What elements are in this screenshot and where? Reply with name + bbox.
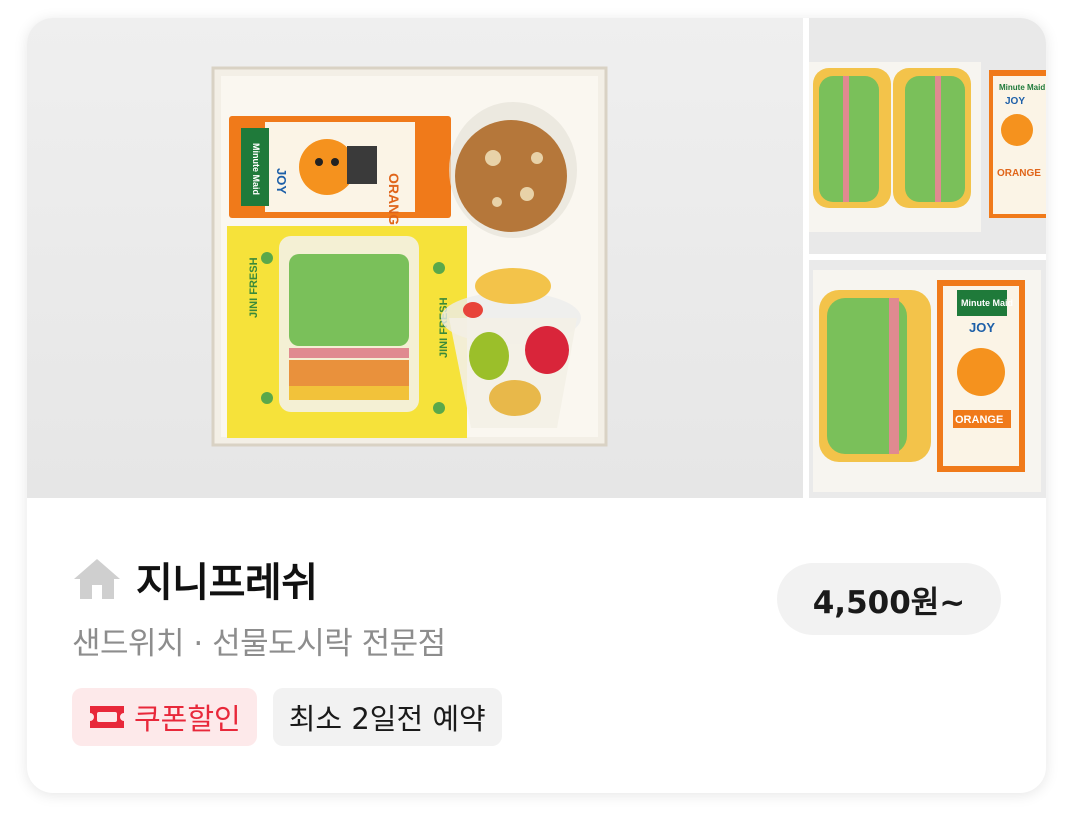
juice-name-text: JOY (969, 320, 995, 335)
store-category: 샌드위치 · 선물도시락 전문점 (72, 626, 446, 662)
home-icon (74, 559, 120, 599)
title-row: 지니프레쉬 (72, 550, 318, 608)
side-photo-1[interactable]: Minute Maid JOY ORANGE (809, 18, 1046, 254)
main-photo[interactable]: ORANGE Minute Maid JOY JINI FRESH JINI F… (27, 18, 803, 498)
side-photo-2[interactable]: Minute Maid JOY ORANGE (809, 260, 1046, 498)
ticket-icon (90, 706, 124, 728)
store-info: 지니프레쉬 샌드위치 · 선물도시락 전문점 4,500원~ 쿠폰할인 최소 2… (27, 498, 1046, 793)
price-badge: 4,500원~ (777, 563, 1001, 635)
juice-brand-text: Minute Maid (999, 83, 1045, 92)
juice-brand-text: Minute Maid (961, 298, 1013, 308)
juice-name-text: JOY (274, 168, 289, 194)
juice-flavor-text: ORANGE (955, 414, 1003, 426)
juice-flavor-text: ORANGE (997, 168, 1041, 179)
photo-gallery[interactable]: ORANGE Minute Maid JOY JINI FRESH JINI F… (27, 18, 1046, 498)
coupon-tag: 쿠폰할인 (72, 688, 257, 746)
coupon-tag-label: 쿠폰할인 (134, 702, 241, 736)
juice-brand-text: Minute Maid (251, 143, 261, 195)
juice-flavor-text: ORANGE (386, 173, 402, 234)
store-card[interactable]: ORANGE Minute Maid JOY JINI FRESH JINI F… (27, 18, 1046, 793)
reservation-tag-label: 최소 2일전 예약 (288, 702, 486, 736)
reservation-tag: 최소 2일전 예약 (272, 688, 502, 746)
sandwich-juice-illustration-2: Minute Maid JOY ORANGE (813, 270, 1041, 492)
juice-name-text: JOY (1005, 96, 1025, 107)
store-name[interactable]: 지니프레쉬 (136, 550, 318, 608)
wrap-text-left: JINI FRESH (248, 257, 260, 318)
lunch-box-illustration: ORANGE Minute Maid JOY JINI FRESH JINI F… (211, 66, 608, 447)
sandwich-juice-illustration-1: Minute Maid JOY ORANGE (809, 62, 1046, 232)
tag-list: 쿠폰할인 최소 2일전 예약 (72, 688, 502, 746)
